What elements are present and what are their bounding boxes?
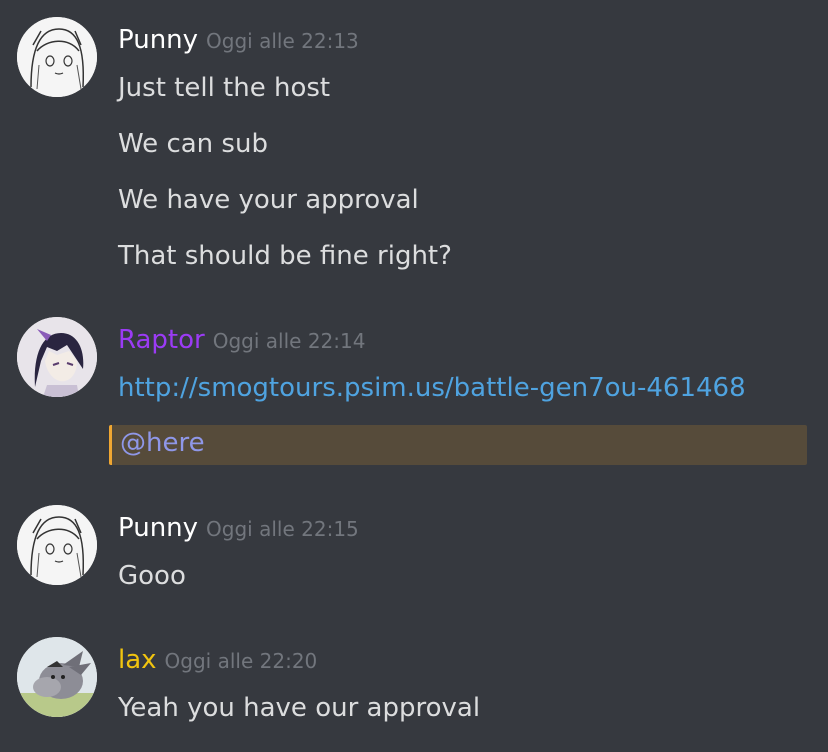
- username[interactable]: Punny: [118, 25, 198, 55]
- message-text: http://smogtours.psim.us/battle-gen7ou-4…: [118, 373, 746, 403]
- mention-highlight: @here: [109, 425, 807, 465]
- avatar[interactable]: [17, 317, 97, 397]
- battle-link[interactable]: http://smogtours.psim.us/battle-gen7ou-4…: [118, 373, 746, 403]
- message-header: lax Oggi alle 22:20: [118, 645, 317, 685]
- username[interactable]: Raptor: [118, 325, 205, 355]
- timestamp: Oggi alle 22:14: [212, 329, 366, 353]
- chat-messages: Punny Oggi alle 22:13 Just tell the host…: [0, 0, 828, 752]
- timestamp: Oggi alle 22:15: [206, 517, 359, 541]
- timestamp: Oggi alle 22:20: [164, 649, 318, 673]
- timestamp: Oggi alle 22:13: [206, 29, 359, 53]
- message-text: Yeah you have our approval: [118, 693, 481, 723]
- message-text: That should be fine right?: [118, 241, 452, 271]
- avatar[interactable]: [17, 637, 97, 717]
- message-header: Punny Oggi alle 22:13: [118, 25, 359, 65]
- message-text: Gooo: [118, 561, 186, 591]
- avatar[interactable]: [17, 17, 97, 97]
- message-text: Just tell the host: [118, 73, 331, 103]
- username[interactable]: Punny: [118, 513, 198, 543]
- anime-character-avatar-icon: [17, 317, 97, 397]
- username[interactable]: lax: [118, 645, 157, 675]
- message-header: Raptor Oggi alle 22:14: [118, 325, 365, 365]
- eeyore-avatar-icon: [17, 637, 97, 717]
- here-mention[interactable]: @here: [120, 428, 205, 458]
- avatar[interactable]: [17, 505, 97, 585]
- sketch-girl-avatar-icon: [17, 505, 97, 585]
- message-header: Punny Oggi alle 22:15: [118, 513, 359, 553]
- message-text: We have your approval: [118, 185, 419, 215]
- message-text: We can sub: [118, 129, 268, 159]
- sketch-girl-avatar-icon: [17, 17, 97, 97]
